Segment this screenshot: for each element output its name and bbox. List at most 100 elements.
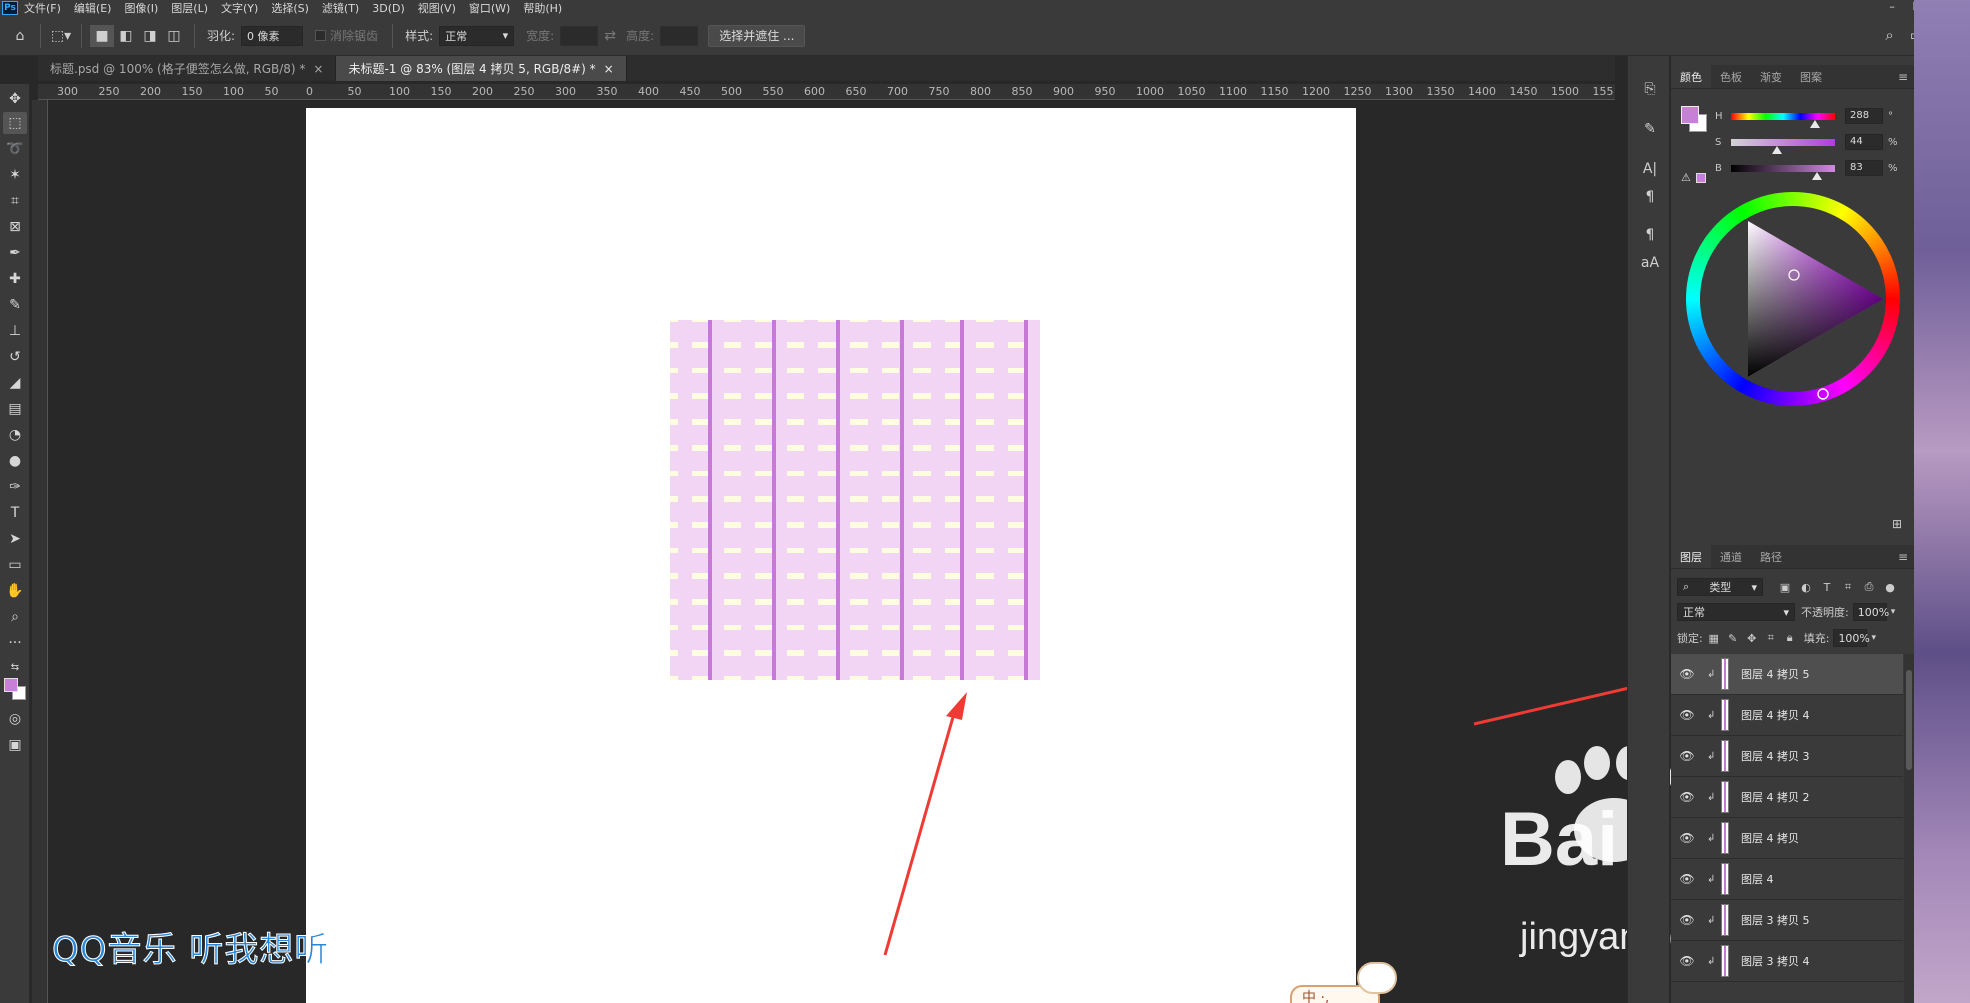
- visibility-eye-icon[interactable]: 👁︎: [1677, 831, 1697, 845]
- swap-icon[interactable]: ⇄: [598, 25, 622, 47]
- menu-file[interactable]: 文件(F): [24, 0, 61, 16]
- blur-tool-icon[interactable]: ◔: [3, 424, 27, 446]
- gamut-warning-icon[interactable]: ⚠: [1681, 171, 1691, 184]
- visibility-eye-icon[interactable]: 👁︎: [1677, 790, 1697, 804]
- rect-marquee-tool-icon[interactable]: ⬚: [3, 112, 27, 134]
- add-selection-icon[interactable]: ◧: [114, 25, 138, 47]
- layer-row[interactable]: 👁︎ ↲ 图层 4 拷贝 5: [1671, 654, 1903, 695]
- healing-brush-tool-icon[interactable]: ✚: [3, 268, 27, 290]
- layer-scrollbar[interactable]: [1904, 654, 1914, 1003]
- hand-tool-icon[interactable]: ✋: [3, 580, 27, 602]
- chevron-down-icon[interactable]: ▾: [1871, 633, 1876, 643]
- menu-view[interactable]: 视图(V): [418, 0, 456, 16]
- color-foreground-swatch[interactable]: [1681, 106, 1699, 124]
- menu-select[interactable]: 选择(S): [271, 0, 309, 16]
- tab-layers[interactable]: 图层: [1671, 545, 1711, 568]
- type-filter-icon[interactable]: T: [1819, 579, 1835, 595]
- layer-row[interactable]: 👁︎ ↲ 图层 3 拷贝 4: [1671, 941, 1903, 982]
- zoom-tool-icon[interactable]: ⌕: [3, 606, 27, 628]
- tab-title-psd[interactable]: 标题.psd @ 100% (格子便签怎么做, RGB/8) * ×: [38, 56, 337, 81]
- layer-row[interactable]: 👁︎ ↲ 图层 4 拷贝: [1671, 818, 1903, 859]
- brush-settings-icon[interactable]: ✎: [1639, 118, 1661, 140]
- menu-layer[interactable]: 图层(L): [171, 0, 208, 16]
- tab-untitled-1[interactable]: 未标题-1 @ 83% (图层 4 拷贝 5, RGB/8#) * ×: [336, 56, 627, 81]
- visibility-eye-icon[interactable]: 👁︎: [1677, 667, 1697, 681]
- layer-row[interactable]: 👁︎ ↲ 图层 3 拷贝 5: [1671, 900, 1903, 941]
- tab-color[interactable]: 颜色: [1671, 65, 1711, 88]
- color-wheel[interactable]: [1685, 191, 1901, 407]
- history-brush-tool-icon[interactable]: ↺: [3, 346, 27, 368]
- subtract-selection-icon[interactable]: ◨: [138, 25, 162, 47]
- antialias-checkbox[interactable]: [315, 30, 327, 41]
- brush-tool-icon[interactable]: ✎: [3, 294, 27, 316]
- fill-input[interactable]: 100%: [1833, 629, 1870, 647]
- add-swatch-icon[interactable]: ⊞: [1892, 517, 1902, 531]
- style-select[interactable]: 正常 ▾: [439, 25, 515, 46]
- visibility-eye-icon[interactable]: 👁︎: [1677, 913, 1697, 927]
- eyedropper-tool-icon[interactable]: ✒: [3, 242, 27, 264]
- menu-filter[interactable]: 滤镜(T): [322, 0, 359, 16]
- layer-row[interactable]: 👁︎ ↲ 图层 4 拷贝 2: [1671, 777, 1903, 818]
- web-safe-swatch[interactable]: [1696, 173, 1706, 183]
- blend-mode-select[interactable]: 正常 ▾: [1677, 603, 1795, 621]
- brightness-input[interactable]: 83: [1845, 160, 1883, 176]
- smart-object-filter-icon[interactable]: ⎙: [1861, 579, 1877, 595]
- scrollbar-thumb[interactable]: [1906, 670, 1912, 770]
- marquee-preset-icon[interactable]: ⬚▾: [49, 25, 73, 47]
- menu-edit[interactable]: 编辑(E): [74, 0, 112, 16]
- menu-type[interactable]: 文字(Y): [221, 0, 258, 16]
- menu-help[interactable]: 帮助(H): [523, 0, 562, 16]
- frame-tool-icon[interactable]: ⊠: [3, 216, 27, 238]
- clone-stamp-tool-icon[interactable]: ⊥: [3, 320, 27, 342]
- rectangle-tool-icon[interactable]: ▭: [3, 554, 27, 576]
- hue-slider[interactable]: [1731, 112, 1835, 128]
- close-icon[interactable]: ×: [313, 62, 323, 76]
- saturation-slider[interactable]: [1731, 138, 1835, 154]
- lock-position-icon[interactable]: ✥: [1744, 630, 1760, 646]
- lock-paint-icon[interactable]: ✎: [1725, 630, 1741, 646]
- shape-filter-icon[interactable]: ⌗: [1840, 579, 1856, 595]
- history-panel-icon[interactable]: ⎘: [1639, 78, 1661, 100]
- visibility-eye-icon[interactable]: 👁︎: [1677, 872, 1697, 886]
- width-input[interactable]: [560, 25, 599, 46]
- menu-window[interactable]: 窗口(W): [469, 0, 510, 16]
- chevron-down-icon[interactable]: ▾: [1891, 607, 1896, 617]
- close-icon[interactable]: ×: [604, 62, 614, 76]
- layer-filter-select[interactable]: ⌕ 类型 ▾: [1677, 578, 1763, 596]
- tab-paths[interactable]: 路径: [1751, 545, 1791, 568]
- type-tool-icon[interactable]: T: [3, 502, 27, 524]
- brightness-slider-thumb[interactable]: [1812, 171, 1822, 180]
- dodge-tool-icon[interactable]: ●: [3, 450, 27, 472]
- foreground-color-swatch[interactable]: [4, 678, 18, 692]
- color-wheel-graphic[interactable]: [1685, 191, 1901, 407]
- layer-row[interactable]: 👁︎ ↲ 图层 4 拷贝 4: [1671, 695, 1903, 736]
- hue-input[interactable]: 288: [1845, 108, 1883, 124]
- tab-channels[interactable]: 通道: [1711, 545, 1751, 568]
- filter-toggle-icon[interactable]: ●: [1882, 579, 1898, 595]
- quick-mask-icon[interactable]: ◎: [3, 708, 27, 730]
- lock-artboard-icon[interactable]: ⌗: [1763, 630, 1779, 646]
- more-tools-icon[interactable]: ···: [3, 632, 27, 654]
- minimize-button[interactable]: –: [1889, 0, 1895, 13]
- document-canvas[interactable]: [306, 108, 1356, 1003]
- visibility-eye-icon[interactable]: 👁︎: [1677, 954, 1697, 968]
- brightness-slider[interactable]: [1731, 164, 1835, 180]
- swap-colors-icon[interactable]: ⇆: [3, 656, 27, 678]
- tab-gradients[interactable]: 渐变: [1751, 65, 1791, 88]
- pixel-filter-icon[interactable]: ▣: [1777, 579, 1793, 595]
- search-icon[interactable]: ⌕: [1885, 26, 1893, 44]
- menu-3d[interactable]: 3D(D): [372, 2, 405, 15]
- lock-transparent-icon[interactable]: ▦: [1706, 630, 1722, 646]
- select-and-mask-button[interactable]: 选择并遮住 ...: [708, 24, 806, 47]
- visibility-eye-icon[interactable]: 👁︎: [1677, 708, 1697, 722]
- opacity-input[interactable]: 100%: [1852, 603, 1889, 621]
- new-selection-icon[interactable]: ■: [90, 24, 114, 47]
- visibility-eye-icon[interactable]: 👁︎: [1677, 749, 1697, 763]
- paragraph-styles-icon[interactable]: ¶: [1639, 224, 1661, 246]
- saturation-input[interactable]: 44: [1845, 134, 1883, 150]
- layer-row[interactable]: 👁︎ ↲ 图层 4 拷贝 3: [1671, 736, 1903, 777]
- paragraph-panel-icon[interactable]: ¶: [1639, 186, 1661, 208]
- move-tool-icon[interactable]: ✥: [3, 88, 27, 110]
- gradient-tool-icon[interactable]: ▤: [3, 398, 27, 420]
- height-input[interactable]: [660, 25, 699, 46]
